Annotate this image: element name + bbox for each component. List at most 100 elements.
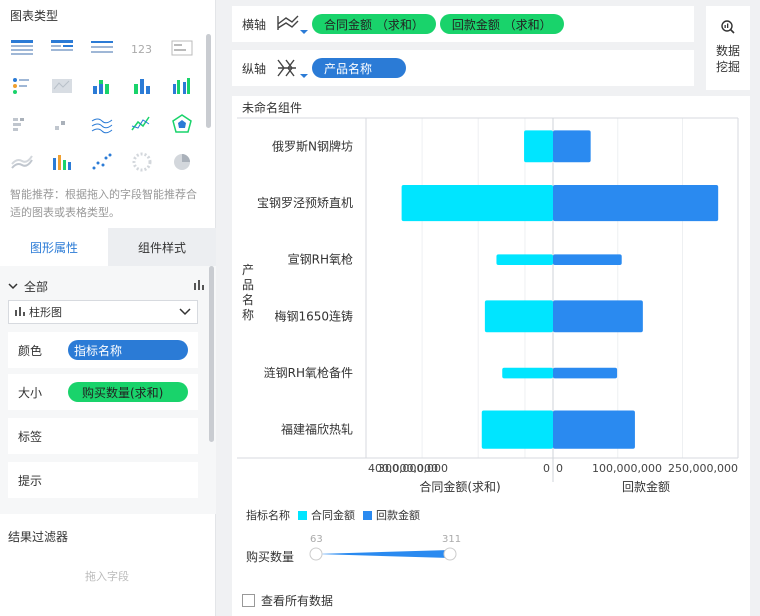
table-icon[interactable] (6, 34, 38, 62)
size-legend-label: 购买数量 (246, 550, 295, 564)
grouped-bar-icon[interactable] (166, 72, 198, 100)
stacked-bar-icon[interactable] (86, 72, 118, 100)
y-axis-row: 纵轴 产品名称 (232, 50, 694, 86)
y-axis-title: 品 (242, 278, 254, 292)
result-filter-title: 结果过滤器 (8, 530, 69, 544)
label-property-row[interactable]: 标签 (8, 418, 198, 454)
size-range-legend: 购买数量 63 311 (246, 532, 476, 568)
x-axis-title-right: 回款金额 (622, 479, 670, 494)
color-field-pill[interactable]: 指标名称 (68, 340, 188, 360)
legend-item[interactable]: 合同金额 (311, 507, 355, 523)
bar-payment-amount[interactable] (553, 300, 643, 333)
cross-table-icon[interactable] (46, 34, 78, 62)
category-label: 俄罗斯N钢牌坊 (272, 138, 353, 153)
all-section-header[interactable]: 全部 (8, 276, 206, 296)
all-label: 全部 (24, 279, 49, 294)
color-property-row[interactable]: 颜色 指标名称 (8, 332, 198, 368)
scatter-grid-icon[interactable] (46, 110, 78, 138)
legend-item[interactable]: 回款金额 (376, 507, 420, 523)
number-kpi-icon[interactable]: 123 (126, 34, 158, 62)
category-label: 宝钢罗泾预矫直机 (257, 195, 353, 210)
size-max-value: 311 (442, 534, 462, 545)
size-range-slider[interactable] (308, 546, 458, 562)
x-tick-label: 250,000,000 (668, 462, 738, 475)
bar-payment-amount[interactable] (553, 130, 591, 163)
bar-contract-amount[interactable] (524, 130, 553, 163)
size-field-pill[interactable]: 购买数量(求和) (68, 382, 188, 402)
property-scrollbar[interactable] (209, 266, 214, 442)
chart-types-title: 图表类型 (10, 9, 59, 23)
detail-table-icon[interactable] (86, 34, 118, 62)
chart-title: 未命名组件 (242, 101, 303, 115)
y-axis-field-pill[interactable]: 产品名称 (312, 58, 406, 78)
tab-component-style[interactable]: 组件样式 (108, 228, 216, 266)
label-label: 标签 (18, 429, 43, 444)
y-axis-title: 名 (242, 292, 254, 307)
color-label: 颜色 (18, 343, 43, 358)
filter-drop-zone[interactable]: 拖入字段 (8, 556, 206, 612)
axis-sort-icon[interactable] (274, 12, 312, 36)
size-label: 大小 (18, 385, 43, 400)
chart-type-value: 柱形图 (29, 306, 62, 319)
map-icon[interactable] (46, 72, 78, 100)
x-axis-field-pill[interactable]: 回款金额 （求和） (439, 14, 564, 34)
list-icon[interactable] (166, 34, 198, 62)
chevron-down-icon (8, 279, 20, 293)
property-tabs: 图形属性 组件样式 (0, 228, 216, 266)
chart-types-scrollbar[interactable] (206, 34, 211, 128)
heat-grid-icon[interactable] (6, 110, 38, 138)
bar-contract-amount[interactable] (481, 410, 553, 449)
bar-payment-amount[interactable] (553, 410, 635, 449)
x-tick-label: 300,000,000 (378, 462, 448, 475)
y-axis-title: 产 (242, 263, 254, 277)
bar-contract-amount[interactable] (502, 367, 553, 379)
bubble-ring-icon[interactable] (126, 148, 158, 176)
bar-contract-amount[interactable] (401, 184, 553, 222)
axis-sort-icon[interactable] (274, 56, 312, 80)
area-icon[interactable] (6, 148, 38, 176)
legend-swatch (363, 510, 372, 520)
checkbox[interactable] (242, 594, 255, 607)
combo-bar-icon[interactable] (46, 148, 78, 176)
chart-type-select[interactable]: 柱形图 (8, 300, 198, 324)
category-label: 梅钢1650连铸 (274, 308, 353, 323)
bar-contract-amount[interactable] (484, 300, 553, 333)
y-axis-title: 称 (242, 308, 254, 322)
legend-title: 指标名称 (246, 509, 290, 522)
tooltip-label: 提示 (18, 473, 43, 488)
line-area-icon[interactable] (86, 110, 118, 138)
x-axis-title-left: 合同金额(求和) (419, 479, 500, 494)
chart-panel: 未命名组件 产品名称 俄罗斯N钢牌坊 宝钢罗泾预矫直机 宣钢RH氧枪 梅钢1650连铸涟… (232, 96, 750, 616)
radar-icon[interactable] (166, 110, 198, 138)
size-property-row[interactable]: 大小 购买数量(求和) (8, 374, 198, 410)
tab-shape-properties[interactable]: 图形属性 (0, 228, 108, 266)
bar-payment-amount[interactable] (553, 254, 622, 265)
bar-icon[interactable] (126, 72, 158, 100)
data-mining-button[interactable]: 数据 挖掘 (706, 6, 750, 90)
category-label: 涟钢RH氧枪备件 (264, 365, 353, 380)
category-label: 福建福欣热轧 (281, 422, 353, 437)
bar-contract-amount[interactable] (496, 254, 553, 265)
x-axis-row: 横轴 合同金额 （求和） 回款金额 （求和） (232, 6, 694, 42)
x-axis-field-pill[interactable]: 合同金额 （求和） (312, 14, 436, 34)
x-axis-label: 横轴 (242, 17, 267, 32)
butterfly-bar-chart: 产品名称 俄罗斯N钢牌坊宝钢罗泾预矫直机宣钢RH氧枪梅钢1650连铸涟钢RH氧枪备… (237, 117, 739, 494)
bar-chart-icon (15, 306, 25, 319)
tooltip-property-row[interactable]: 提示 (8, 462, 198, 498)
pie-icon[interactable] (166, 148, 198, 176)
x-tick-label: 0 (543, 462, 550, 475)
line-icon[interactable] (126, 110, 158, 138)
data-mining-label-2: 挖掘 (715, 60, 740, 74)
bar-payment-amount[interactable] (553, 367, 618, 379)
chevron-down-icon (179, 306, 191, 319)
smart-recommend-hint: 智能推荐：根据拖入的字段智能推荐合适的图表或表格类型。 (10, 188, 197, 219)
bar-payment-amount[interactable] (553, 184, 719, 222)
view-all-data-toggle[interactable]: 查看所有数据 (242, 592, 333, 609)
dot-grid-icon[interactable] (6, 72, 38, 100)
bar-chart-icon[interactable] (194, 279, 206, 293)
svg-text:123: 123 (131, 43, 152, 56)
size-min-value: 63 (310, 534, 323, 545)
legend-swatch (298, 510, 307, 520)
left-panel: 图表类型 123 智能推荐：根据拖入的字段智能推荐合适的图表或表格类型。 图形属… (0, 0, 216, 616)
scatter-icon[interactable] (86, 148, 118, 176)
